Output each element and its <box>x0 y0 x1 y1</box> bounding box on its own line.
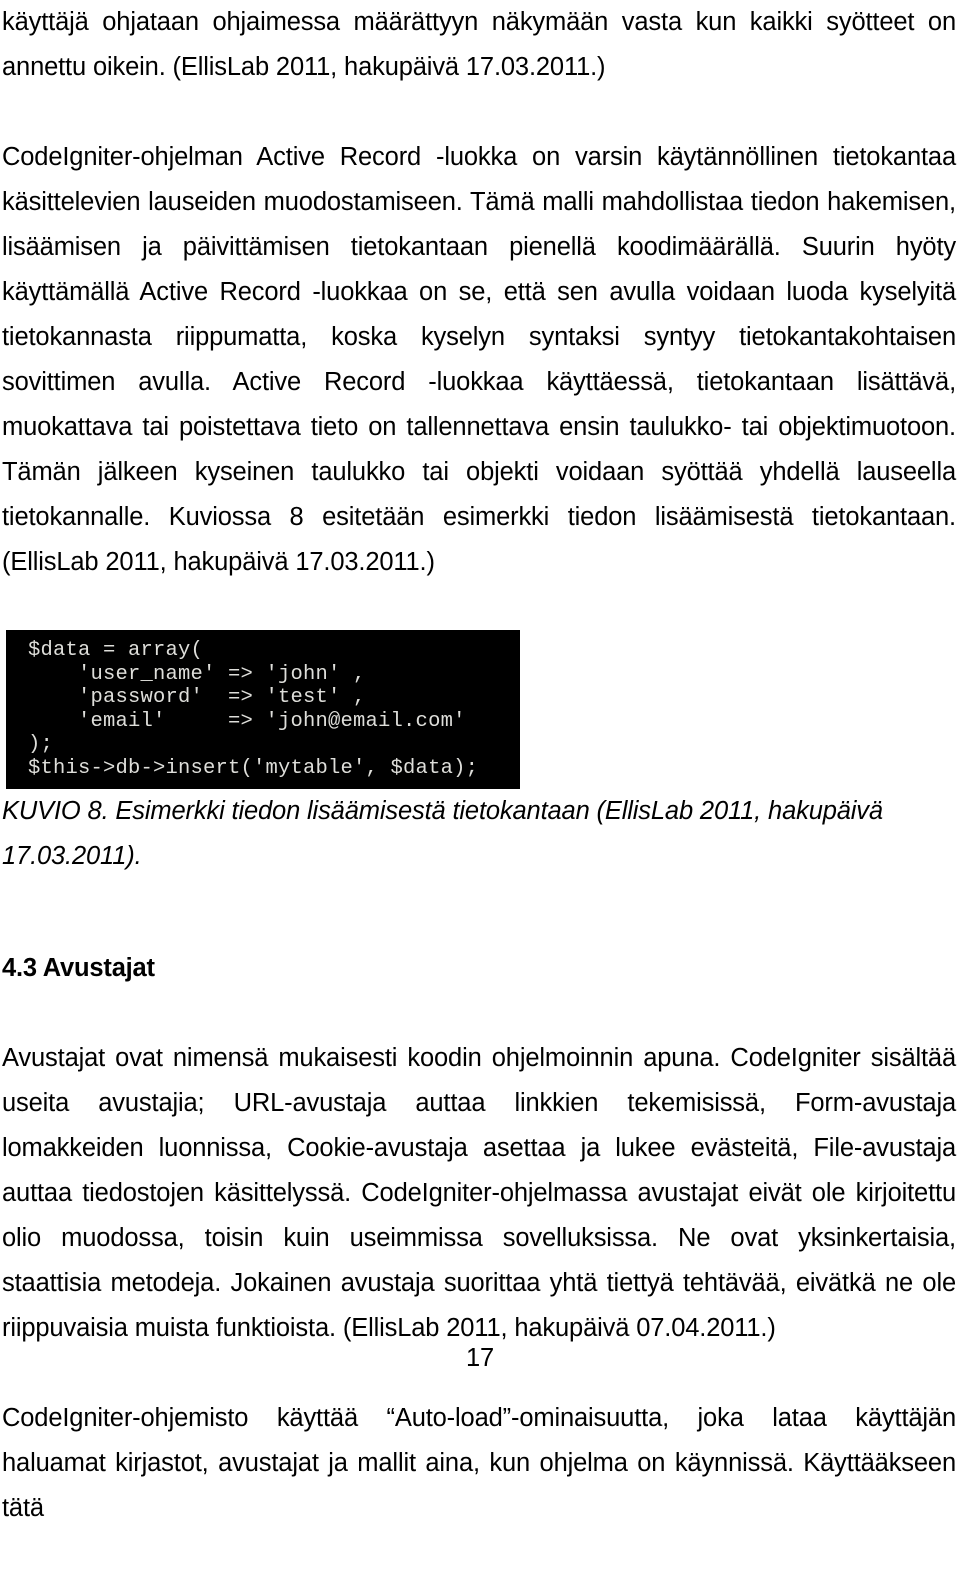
paragraph-intro-continued: käyttäjä ohjataan ohjaimessa määrättyyn … <box>2 8 956 81</box>
figure-caption-kuvio-8: KUVIO 8. Esimerkki tiedon lisäämisestä t… <box>2 789 956 879</box>
paragraph-avustajat: Avustajat ovat nimensä mukaisesti koodin… <box>2 1044 956 1342</box>
figure-caption-text: KUVIO 8. Esimerkki tiedon lisäämisestä t… <box>2 797 883 825</box>
page-number: 17 <box>466 1344 494 1372</box>
paragraph-active-record: CodeIgniter-ohjelman Active Record -luok… <box>2 143 956 576</box>
heading-section-4-3: 4.3 Avustajat <box>2 954 155 982</box>
document-page: käyttäjä ohjataan ohjaimessa määrättyyn … <box>0 0 960 1522</box>
paragraph-autoload: CodeIgniter-ohjemisto käyttää “Auto-load… <box>2 1404 956 1522</box>
heading-gap-top-extra <box>2 924 956 946</box>
heading-gap-bottom <box>2 991 956 1036</box>
heading-gap-top <box>2 879 956 924</box>
code-block-gap-top <box>2 585 956 630</box>
code-block-insert-example: $data = array( 'user_name' => 'john' , '… <box>6 630 520 789</box>
figure-caption-second-line: 17.03.2011). <box>2 842 142 870</box>
